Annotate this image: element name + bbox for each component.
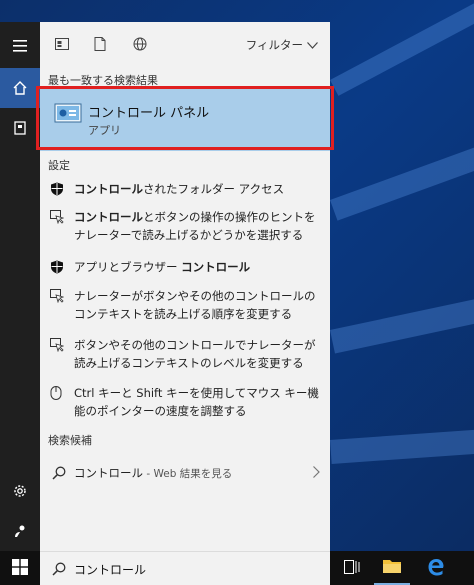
narrator-icon: [50, 338, 65, 353]
chevron-right-icon[interactable]: [313, 466, 320, 481]
task-view-button[interactable]: [334, 551, 370, 585]
search-icon: [52, 562, 66, 579]
settings-item[interactable]: コントロールされたフォルダー アクセス: [40, 180, 330, 202]
settings-button[interactable]: [0, 471, 40, 511]
search-input[interactable]: コントロール: [74, 561, 146, 578]
start-button[interactable]: [0, 551, 40, 585]
narrator-icon: [50, 210, 65, 225]
notebook-button[interactable]: [0, 108, 40, 148]
menu-button[interactable]: [0, 26, 40, 66]
taskbar-search-box[interactable]: コントロール: [40, 551, 330, 585]
highlight-outline: [36, 86, 334, 150]
home-icon: [13, 81, 27, 95]
settings-item[interactable]: Ctrl キーと Shift キーを使用してマウス キー機能のポインターの速度を…: [40, 384, 330, 424]
filter-dropdown[interactable]: フィルター: [246, 37, 318, 53]
task-view-icon: [344, 559, 360, 577]
item-text: ナレーターがボタンやその他のコントロールのコンテキストを読み上げる順序を変更する: [74, 289, 316, 321]
edge-icon: [427, 558, 445, 579]
suggestion-text: コントロール: [74, 466, 143, 480]
home-button[interactable]: [0, 68, 40, 108]
shield-icon: [50, 182, 64, 196]
filter-label: フィルター: [245, 38, 303, 52]
suggestion-hint: - Web 結果を見る: [143, 468, 233, 480]
filter-bar: フィルター: [40, 22, 330, 66]
search-icon: [52, 466, 66, 483]
search-results-panel: フィルター 最も一致する検索結果 コントロール パネル アプリ 設定 コントロー…: [36, 22, 334, 551]
folder-icon: [382, 558, 402, 577]
settings-item[interactable]: コントロールとボタンの操作の操作のヒントをナレーターで読み上げるかどうかを選択す…: [40, 208, 330, 248]
start-left-rail: [0, 22, 40, 551]
document-filter-icon[interactable]: [92, 36, 108, 52]
chevron-down-icon: [307, 38, 318, 52]
user-feedback-icon: [13, 524, 27, 538]
file-explorer-button[interactable]: [374, 551, 410, 585]
settings-item[interactable]: アプリとブラウザー コントロール: [40, 258, 330, 280]
suggestions-header: 検索候補: [48, 434, 92, 447]
web-filter-icon[interactable]: [132, 36, 148, 52]
item-text: アプリとブラウザー: [74, 260, 182, 274]
settings-item[interactable]: ボタンやその他のコントロールでナレーターが読み上げるコンテキストのレベルを変更す…: [40, 336, 330, 376]
settings-item[interactable]: ナレーターがボタンやその他のコントロールのコンテキストを読み上げる順序を変更する: [40, 287, 330, 327]
hamburger-icon: [13, 40, 27, 52]
apps-filter-icon[interactable]: [54, 36, 70, 52]
mouse-icon: [50, 386, 64, 400]
web-suggestion[interactable]: コントロール - Web 結果を見る: [40, 458, 330, 488]
keyword: コントロール: [74, 210, 143, 224]
item-text: ボタンやその他のコントロールでナレーターが読み上げるコンテキストのレベルを変更す…: [74, 338, 316, 370]
shield-icon: [50, 260, 64, 274]
keyword: コントロール: [181, 260, 251, 274]
item-text: Ctrl キーと Shift キーを使用してマウス キー機能のポインターの速度を…: [74, 386, 319, 418]
item-text: されたフォルダー アクセス: [143, 182, 285, 196]
windows-logo-icon: [12, 558, 28, 578]
narrator-icon: [50, 289, 65, 304]
settings-header: 設定: [48, 159, 70, 172]
edge-browser-button[interactable]: [418, 551, 454, 585]
gear-icon: [13, 484, 27, 498]
notebook-icon: [13, 121, 27, 135]
feedback-button[interactable]: [0, 511, 40, 551]
keyword: コントロール: [74, 182, 143, 196]
